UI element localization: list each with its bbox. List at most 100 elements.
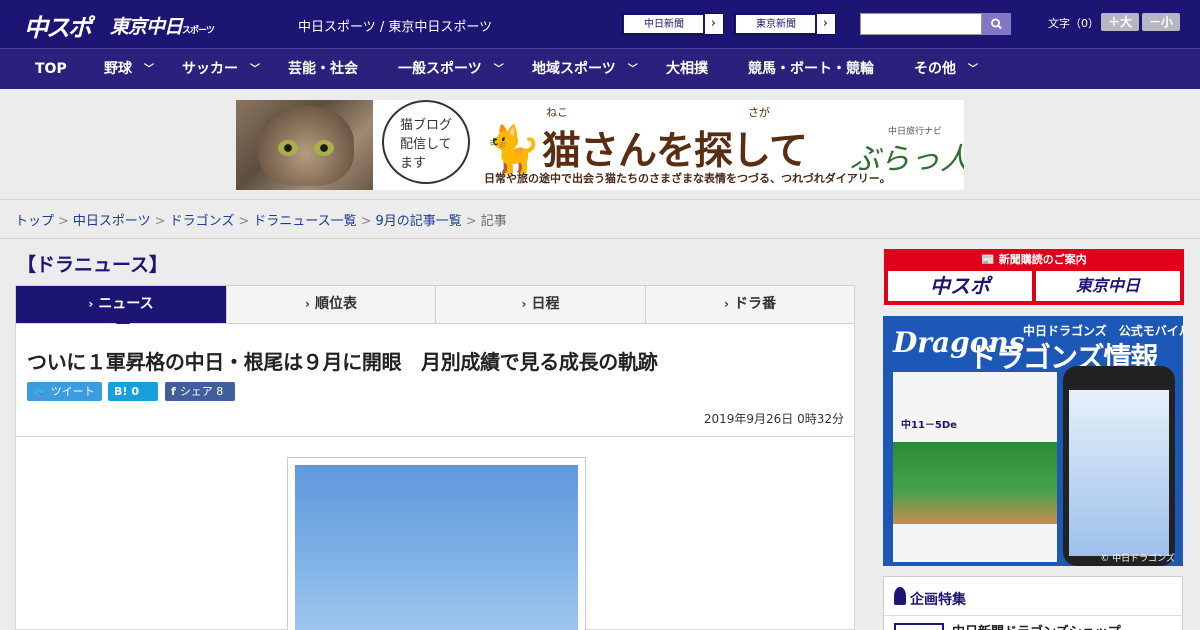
subscribe-chunichi-sports[interactable]: 中スポ — [888, 271, 1032, 301]
baseball-field-graphic — [893, 442, 1057, 524]
breadcrumb-link-chunichi-sports[interactable]: 中日スポーツ — [73, 214, 151, 229]
facebook-share-count: 8 — [216, 385, 224, 398]
chevron-right-icon: › — [815, 14, 835, 34]
nav-item-soccer[interactable]: サッカー ﹀ — [182, 49, 260, 89]
chevron-right-icon: › — [703, 14, 723, 34]
nav-item-label: サッカー — [182, 61, 238, 77]
font-larger-button[interactable]: ＋大 — [1101, 13, 1139, 31]
tokyo-chunichi-logo[interactable]: 東京中日スポーツ — [110, 12, 215, 39]
tab-dora-ban[interactable]: › ドラ番 — [646, 286, 854, 323]
subscription-ad[interactable]: 📰 新聞購読のご案内 中スポ 東京中日 — [884, 249, 1184, 305]
breadcrumb-separator: > — [58, 214, 69, 229]
facebook-icon: f — [171, 385, 176, 398]
tab-standings[interactable]: › 順位表 — [227, 286, 436, 323]
tokyo-shimbun-link[interactable]: 東京新聞 › — [734, 13, 836, 35]
article-headline: ついに１軍昇格の中日・根尾は９月に開眼 月別成績で見る成長の軌跡 — [27, 350, 658, 374]
banner-ruby-saga: さが — [748, 106, 770, 119]
chevron-down-icon: ﹀ — [968, 64, 978, 75]
hatena-bookmark-icon: B! — [114, 385, 128, 398]
breadcrumb-link-dora-news[interactable]: ドラニュース一覧 — [253, 214, 356, 229]
site-header: 中スポ 東京中日スポーツ 中日スポーツ / 東京中日スポーツ 中日新聞 › 東京… — [0, 0, 1200, 48]
breadcrumb-separator: > — [360, 214, 372, 229]
global-nav: TOP 野球 ﹀ サッカー ﹀ 芸能・社会 一般スポーツ ﹀ 地域スポーツ ﹀ 大相撲 … — [0, 48, 1200, 89]
article-tabs: › ニュース › 順位表 › 日程 › ドラ番 — [15, 285, 855, 324]
font-smaller-button[interactable]: －小 — [1142, 13, 1180, 31]
chevron-down-icon: ﹀ — [493, 64, 504, 75]
nav-item-label: 野球 — [104, 61, 132, 77]
nav-item-label: 芸能・社会 — [288, 61, 358, 77]
dragons-mobile-ad[interactable]: Dragons 中日ドラゴンズ 公式モバイルサイト ドラゴンズ情報 中11－5D… — [883, 316, 1183, 566]
twitter-bird-icon: 🐦 — [33, 385, 47, 398]
facebook-share-label: シェア — [179, 385, 213, 398]
tokyo-chunichi-logo-text: 東京中日 — [110, 16, 183, 38]
nav-item-label: 一般スポーツ — [398, 61, 482, 77]
speech-bubble: 猫ブログ配信してます — [382, 100, 470, 184]
banner-ruby-neko: ねこ — [546, 106, 568, 119]
chevron-right-icon: › — [88, 297, 94, 311]
cat-blog-banner[interactable]: 猫ブログ配信してます 🐈 ねこ さが 猫さんを探して 日常や旅の途中で出会う猫た… — [236, 100, 964, 190]
breadcrumb-separator: > — [154, 214, 166, 229]
hatena-count: 0 — [131, 385, 140, 398]
breadcrumb-link-september[interactable]: 9月の記事一覧 — [376, 214, 462, 229]
chunichi-shimbun-link[interactable]: 中日新聞 › — [622, 13, 724, 35]
article: ついに１軍昇格の中日・根尾は９月に開眼 月別成績で見る成長の軌跡 🐦 ツイート B… — [15, 324, 855, 630]
hatena-bookmark-button[interactable]: B! 0 — [108, 382, 158, 401]
breadcrumb-link-dragons[interactable]: ドラゴンズ — [170, 214, 235, 229]
feature-thumbnail[interactable] — [894, 623, 944, 630]
search-input[interactable] — [860, 13, 982, 35]
section-title: 【ドラニュース】 — [17, 254, 169, 276]
chunichi-sports-logo[interactable]: 中スポ — [24, 8, 92, 43]
tweet-button[interactable]: 🐦 ツイート — [27, 382, 102, 401]
subscription-ad-title: 📰 新聞購読のご案内 — [884, 251, 1184, 267]
nav-item-sumo[interactable]: 大相撲 — [666, 49, 708, 89]
nav-item-other[interactable]: その他 ﹀ — [914, 49, 978, 89]
breadcrumb-separator: > — [238, 214, 250, 229]
nav-item-racing[interactable]: 競馬・ボート・競輪 — [748, 49, 874, 89]
chevron-down-icon: ﹀ — [250, 64, 260, 75]
article-photo[interactable] — [295, 465, 578, 630]
cat-eye — [278, 140, 298, 156]
article-date: 2019年9月26日 0時32分 — [703, 412, 844, 426]
banner-brand: ぶらっ人 — [850, 142, 964, 177]
nav-item-entertainment[interactable]: 芸能・社会 — [288, 49, 358, 89]
tab-news[interactable]: › ニュース — [16, 286, 227, 323]
breadcrumb-current: 記事 — [480, 214, 507, 229]
smartphone-graphic — [1063, 366, 1175, 566]
feature-item-link[interactable]: 中日新聞ドラゴンズショップ — [952, 621, 1121, 630]
subscribe-tokyo-chunichi[interactable]: 東京中日 — [1036, 271, 1180, 301]
smartphone-screen — [1069, 390, 1169, 556]
banner-title: 猫さんを探して — [542, 129, 808, 174]
breadcrumb-link-top[interactable]: トップ — [15, 214, 54, 229]
nav-item-general-sports[interactable]: 一般スポーツ ﹀ — [398, 49, 504, 89]
ribbon-icon — [894, 587, 906, 605]
nav-item-baseball[interactable]: 野球 ﹀ — [104, 49, 154, 89]
chevron-right-icon: › — [521, 297, 527, 311]
chevron-down-icon: ﹀ — [144, 64, 154, 75]
article-photo-frame — [287, 457, 586, 630]
newspaper-icon: 📰 — [981, 253, 995, 266]
subscription-ad-title-text: 新聞購読のご案内 — [998, 253, 1087, 266]
cat-silhouette-icon: 🐈 — [484, 122, 542, 176]
search-button[interactable] — [982, 13, 1011, 35]
divider — [884, 615, 1182, 616]
nav-item-local-sports[interactable]: 地域スポーツ ﹀ — [532, 49, 638, 89]
font-size-label: 文字（0） — [1048, 17, 1099, 30]
tab-label: 順位表 — [314, 296, 357, 312]
nav-item-label: 地域スポーツ — [532, 61, 616, 77]
tab-label: 日程 — [531, 296, 560, 312]
nav-item-label: 競馬・ボート・競輪 — [748, 61, 874, 77]
dragons-app-screen: 中11－5De — [893, 372, 1057, 562]
chevron-right-icon: › — [305, 297, 310, 311]
tokyo-shimbun-label: 東京新聞 — [735, 14, 817, 34]
banner-area: 猫ブログ配信してます 🐈 ねこ さが 猫さんを探して 日常や旅の途中で出会う猫た… — [0, 89, 1200, 200]
search-icon — [990, 18, 1002, 30]
nav-item-top[interactable]: TOP — [35, 49, 67, 89]
chevron-right-icon: › — [724, 297, 729, 311]
dragons-score: 中11－5De — [901, 420, 957, 431]
banner-subtitle: 日常や旅の途中で出会う猫たちのさまざまな表情をつづる、つれづれダイアリー。 — [484, 172, 891, 185]
tab-schedule[interactable]: › 日程 — [436, 286, 646, 323]
facebook-share-button[interactable]: f シェア 8 — [165, 382, 235, 401]
tab-label: ドラ番 — [733, 296, 776, 312]
site-links[interactable]: 中日スポーツ / 東京中日スポーツ — [298, 16, 492, 35]
tweet-label: ツイート — [50, 385, 95, 398]
